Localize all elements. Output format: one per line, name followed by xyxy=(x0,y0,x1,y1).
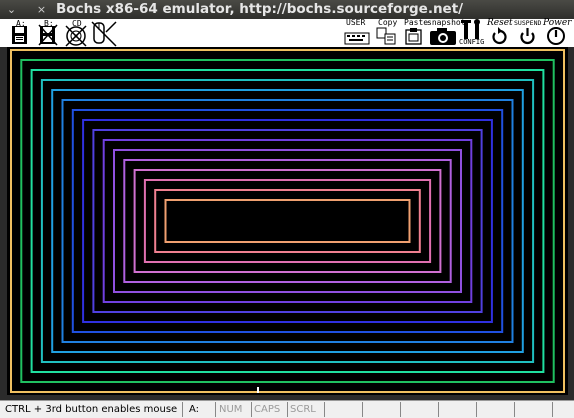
window-border-right xyxy=(567,47,574,400)
mouse-disabled-icon xyxy=(91,21,117,47)
reset-button[interactable]: Reset xyxy=(486,18,514,47)
status-separator xyxy=(251,402,252,417)
camera-icon xyxy=(430,28,456,45)
status-bar: CTRL + 3rd button enables mouse A: NUM C… xyxy=(0,400,574,418)
floppy-disk-disabled-icon xyxy=(38,24,58,46)
floppy-a-button[interactable]: A: xyxy=(8,19,32,47)
guest-rectangle xyxy=(102,139,473,303)
status-separator xyxy=(182,402,183,417)
close-window-icon[interactable]: × xyxy=(34,2,49,17)
num-lock-indicator: NUM xyxy=(219,404,243,415)
snapshot-button[interactable]: snapshot xyxy=(427,18,466,47)
window-titlebar: ⌄ × Bochs x86-64 emulator, http://bochs.… xyxy=(0,0,574,19)
suspend-button[interactable]: SUSPEND xyxy=(514,19,544,47)
guest-rectangle xyxy=(20,59,555,383)
status-separator xyxy=(287,402,288,417)
mouse-toggle-button[interactable] xyxy=(90,19,118,47)
status-message: CTRL + 3rd button enables mouse xyxy=(5,404,178,415)
bochs-toolbar: A: B: CD USER Copy Paste snapshot CONFIG… xyxy=(0,18,574,48)
paste-button[interactable]: Paste xyxy=(402,18,428,47)
power-button[interactable]: Power xyxy=(543,18,573,47)
suspend-icon xyxy=(520,28,535,45)
guest-rectangle xyxy=(40,79,535,363)
status-separator xyxy=(476,402,477,417)
cdrom-disabled-icon xyxy=(65,25,87,47)
floppy-b-button[interactable]: B: xyxy=(36,19,60,47)
caps-lock-indicator: CAPS xyxy=(254,404,281,415)
guest-display[interactable] xyxy=(7,47,568,395)
status-separator xyxy=(324,402,325,417)
power-icon xyxy=(547,27,565,45)
status-separator xyxy=(362,402,363,417)
status-drive-indicator: A: xyxy=(189,404,200,415)
scroll-lock-indicator: SCRL xyxy=(290,404,316,415)
guest-rectangle xyxy=(92,129,483,313)
status-separator xyxy=(215,402,216,417)
guest-rectangle xyxy=(71,109,504,333)
guest-rectangle xyxy=(61,99,514,343)
status-separator xyxy=(400,402,401,417)
guest-rectangle xyxy=(123,159,452,283)
config-button[interactable]: CONFIG xyxy=(459,19,487,47)
status-separator xyxy=(438,402,439,417)
reset-icon xyxy=(492,27,507,45)
concentric-rectangles-graphic xyxy=(10,49,565,393)
config-label: CONFIG xyxy=(459,38,485,46)
window-border-left xyxy=(0,47,7,400)
guest-rectangle xyxy=(133,169,442,273)
guest-rectangle xyxy=(164,199,411,243)
user-button[interactable]: USER xyxy=(343,18,373,47)
floppy-disk-icon xyxy=(12,26,27,44)
copy-icon xyxy=(376,27,396,45)
guest-rectangle xyxy=(30,69,545,373)
cdrom-button[interactable]: CD xyxy=(63,19,89,47)
status-separator xyxy=(514,402,515,417)
window-title: Bochs x86-64 emulator, http://bochs.sour… xyxy=(56,1,464,17)
copy-button[interactable]: Copy xyxy=(374,18,398,47)
guest-rectangle xyxy=(143,179,432,263)
keyboard-icon xyxy=(344,32,370,45)
window-menu-icon[interactable]: ⌄ xyxy=(4,2,19,17)
status-separator xyxy=(552,402,553,417)
clipboard-icon xyxy=(405,28,422,45)
text-cursor xyxy=(257,387,259,393)
